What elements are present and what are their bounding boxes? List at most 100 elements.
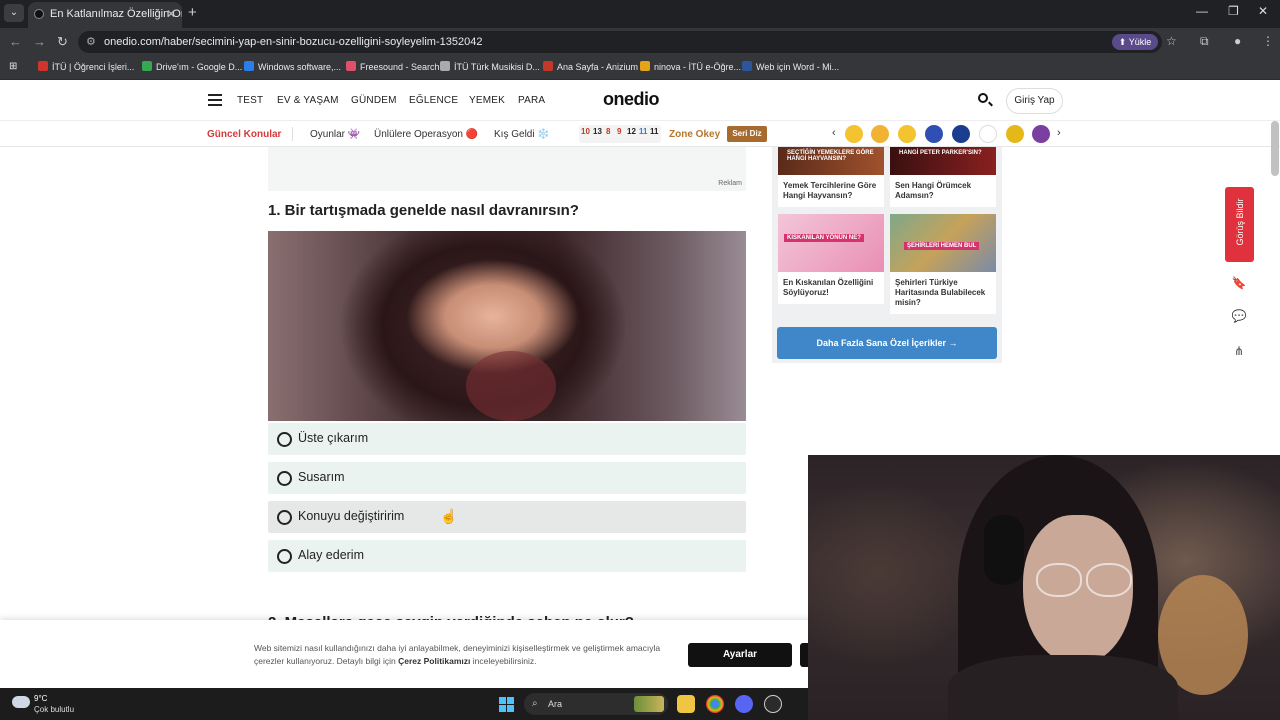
sad-emoji-icon[interactable] — [871, 125, 889, 143]
bookmark-item[interactable]: İTÜ Türk Musikisi D... — [440, 61, 540, 72]
profile-icon[interactable]: ● — [1234, 34, 1241, 48]
weather-temp: 9°C — [34, 694, 48, 703]
bookmarks-bar: ⊞ İTÜ | Öğrenci İşleri... Drive'ım - Goo… — [0, 56, 1280, 80]
extensions-icon[interactable]: ⧉ — [1200, 34, 1209, 49]
nav-eglence[interactable]: EĞLENCE — [409, 95, 458, 106]
onedio-favicon-icon — [34, 9, 44, 19]
smile-emoji-icon[interactable] — [898, 125, 916, 143]
site-info-icon[interactable]: ⚙ — [86, 31, 96, 53]
answer-option[interactable]: Susarım — [268, 462, 746, 494]
answer-option[interactable]: Alay ederim — [268, 540, 746, 572]
feedback-button[interactable]: Görüş Bildir — [1225, 187, 1254, 262]
current-topics-label[interactable]: Güncel Konular — [207, 129, 281, 140]
site-logo[interactable]: onedio — [603, 89, 660, 110]
bookmark-item[interactable]: Windows software,... — [244, 61, 341, 72]
nav-ev-yasam[interactable]: EV & YAŞAM — [277, 95, 339, 106]
bookmark-item[interactable]: Freesound - Search — [346, 61, 440, 72]
brand-logo-icon[interactable] — [1032, 125, 1050, 143]
site-header: TEST EV & YAŞAM GÜNDEM EĞLENCE YEMEK PAR… — [0, 80, 1280, 121]
discord-icon[interactable] — [735, 695, 753, 713]
nav-para[interactable]: PARA — [518, 95, 545, 106]
answer-label: Konuyu değiştiririm — [298, 509, 405, 523]
recommended-card[interactable]: KISKANILAN YÖNÜN NE? En Kıskanılan Özell… — [778, 214, 884, 304]
nav-test[interactable]: TEST — [237, 95, 263, 106]
hand-cursor-icon: ☝ — [440, 508, 458, 524]
new-tab-button[interactable]: + — [188, 4, 197, 21]
hamburger-menu-icon[interactable] — [208, 94, 222, 106]
minimize-icon[interactable]: — — [1196, 4, 1208, 18]
close-tab-icon[interactable]: ✕ — [166, 2, 176, 26]
page-scrollbar[interactable] — [1271, 121, 1279, 176]
radio-icon[interactable] — [277, 432, 292, 447]
card-title: En Kıskanılan Özelliğini Söylüyoruz! — [783, 278, 874, 297]
topic-winter[interactable]: Kış Geldi ❄️ — [494, 129, 550, 140]
seri-diz-link[interactable]: Seri Diz — [727, 126, 767, 142]
webcam-overlay — [808, 455, 1280, 720]
back-icon[interactable]: ← — [9, 34, 22, 49]
weather-cloud-icon[interactable] — [12, 692, 30, 708]
close-window-icon[interactable]: ✕ — [1258, 4, 1268, 18]
heart-eyes-emoji-icon[interactable] — [845, 125, 863, 143]
answer-label: Susarım — [298, 470, 345, 484]
cookie-settings-button[interactable]: Ayarlar — [688, 643, 792, 667]
search-highlight-image — [634, 696, 664, 712]
url-text: onedio.com/haber/secimini-yap-en-sinir-b… — [104, 36, 483, 48]
dk-logo-icon[interactable] — [979, 125, 997, 143]
menu-icon[interactable]: ⋮ — [1262, 34, 1274, 48]
bookmark-item[interactable]: Ana Sayfa - Anizium — [543, 61, 638, 72]
windows-start-icon[interactable] — [499, 697, 514, 712]
chevron-left-icon[interactable]: ‹ — [832, 127, 836, 139]
login-button[interactable]: Giriş Yap — [1006, 88, 1063, 114]
taskbar-search[interactable]: ⌕ Ara — [524, 693, 668, 715]
nav-yemek[interactable]: YEMEK — [469, 95, 505, 106]
radio-icon[interactable] — [277, 549, 292, 564]
tab-search-button[interactable]: ⌄ — [4, 4, 24, 22]
upload-label: Yükle — [1128, 37, 1152, 47]
bookmark-star-icon[interactable]: ☆ — [1166, 34, 1177, 48]
glasses-lens — [1086, 563, 1132, 597]
ad-slot[interactable]: Reklam — [268, 147, 746, 191]
browser-tab[interactable]: En Katlanılmaz Özelliğin Ortaya ✕ — [28, 2, 182, 28]
bookmark-icon[interactable]: 🔖 — [1229, 273, 1249, 293]
more-content-button[interactable]: Daha Fazla Sana Özel İçerikler → — [777, 327, 997, 359]
nav-gundem[interactable]: GÜNDEM — [351, 95, 397, 106]
answer-option[interactable]: Konuyu değiştiririm — [268, 501, 746, 533]
recommended-card[interactable]: SEÇTİĞİN YEMEKLERE GÖRE HANGİ HAYVANSIN?… — [778, 147, 884, 207]
search-icon: ⌕ — [532, 698, 538, 709]
reload-icon[interactable]: ↻ — [57, 34, 68, 50]
forward-icon[interactable]: → — [33, 34, 46, 49]
comments-icon[interactable]: 💬 — [1229, 306, 1249, 326]
bookmark-item[interactable]: Drive'ım - Google D... — [142, 61, 242, 72]
topic-celebrities[interactable]: Ünlülere Operasyon 🔴 — [374, 129, 478, 140]
bookmark-item[interactable]: Web için Word - Mi... — [742, 61, 839, 72]
file-explorer-icon[interactable] — [677, 695, 695, 713]
upload-button[interactable]: ⬆ Yükle — [1112, 34, 1158, 50]
chevron-right-icon[interactable]: › — [1057, 127, 1061, 139]
brand-logo-icon[interactable] — [952, 125, 970, 143]
recommended-card[interactable]: ŞEHİRLERİ HEMEN BUL Şehirleri Türkiye Ha… — [890, 214, 996, 314]
question-1-image — [268, 231, 746, 421]
philips-logo-icon[interactable] — [925, 125, 943, 143]
radio-icon[interactable] — [277, 471, 292, 486]
search-icon[interactable] — [978, 93, 988, 103]
topic-games[interactable]: Oyunlar 👾 — [310, 129, 360, 140]
bookmark-item[interactable]: ninova - İTÜ e-Öğre... — [640, 61, 741, 72]
share-icon[interactable]: ⋔ — [1229, 341, 1249, 361]
card-thumbnail-tag: KISKANILAN YÖNÜN NE? — [784, 234, 864, 242]
recommended-card[interactable]: HANGİ PETER PARKER'SIN? Sen Hangi Örümce… — [890, 147, 996, 207]
card-thumbnail-tag: ŞEHİRLERİ HEMEN BUL — [904, 242, 980, 250]
address-bar[interactable]: ⚙ onedio.com/haber/secimini-yap-en-sinir… — [78, 31, 1162, 53]
okey-numbers-badge[interactable]: 10 13 8 9 12 11 11 — [579, 125, 661, 143]
taskbar-search-label: Ara — [548, 699, 563, 709]
bookmark-item[interactable]: İTÜ | Öğrenci İşleri... — [38, 61, 134, 72]
answer-option[interactable]: Üste çıkarım — [268, 423, 746, 455]
radio-icon[interactable] — [277, 510, 292, 525]
cookie-policy-link[interactable]: Çerez Politikamızı — [398, 656, 470, 666]
chrome-icon[interactable] — [706, 695, 724, 713]
apps-icon[interactable]: ⊞ — [9, 61, 17, 72]
zone-okey-link[interactable]: Zone Okey — [669, 129, 720, 140]
headset-image — [984, 515, 1024, 585]
brand-logo-icon[interactable] — [1006, 125, 1024, 143]
maximize-icon[interactable]: ❐ — [1228, 4, 1239, 18]
app-icon[interactable] — [764, 695, 782, 713]
